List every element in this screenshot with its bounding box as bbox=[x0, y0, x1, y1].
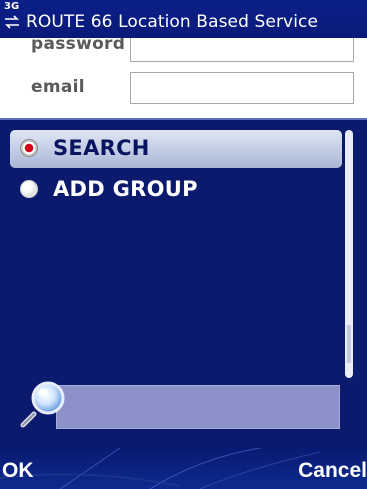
scrollbar-thumb[interactable] bbox=[347, 325, 351, 363]
email-field[interactable] bbox=[130, 72, 354, 104]
menu-item-add-group[interactable]: ADD GROUP bbox=[10, 171, 342, 209]
options-popup: SEARCH ADD GROUP bbox=[0, 118, 367, 448]
email-label: email bbox=[31, 77, 85, 97]
network-indicator: 3G bbox=[4, 2, 26, 32]
menu-item-label: SEARCH bbox=[53, 136, 150, 160]
cancel-softkey[interactable]: Cancel bbox=[298, 459, 367, 483]
magnifier-icon bbox=[20, 381, 65, 428]
network-arrows-icon bbox=[5, 15, 19, 29]
title-bar: 3G ROUTE 66 Location Based Service bbox=[0, 0, 367, 38]
radio-unselected-icon bbox=[20, 180, 38, 198]
app-title: ROUTE 66 Location Based Service bbox=[26, 12, 319, 32]
email-row: email bbox=[0, 72, 367, 112]
radio-selected-icon bbox=[20, 139, 38, 157]
search-row bbox=[0, 370, 367, 440]
search-input[interactable] bbox=[56, 385, 340, 429]
network-label: 3G bbox=[4, 1, 20, 12]
phone-screen: password email 3G ROUTE 66 Location Base… bbox=[0, 0, 367, 489]
ok-softkey[interactable]: OK bbox=[2, 459, 34, 483]
softkey-bar: OK Cancel bbox=[0, 448, 367, 489]
menu-item-label: ADD GROUP bbox=[53, 177, 198, 201]
menu-item-search[interactable]: SEARCH bbox=[10, 130, 342, 168]
